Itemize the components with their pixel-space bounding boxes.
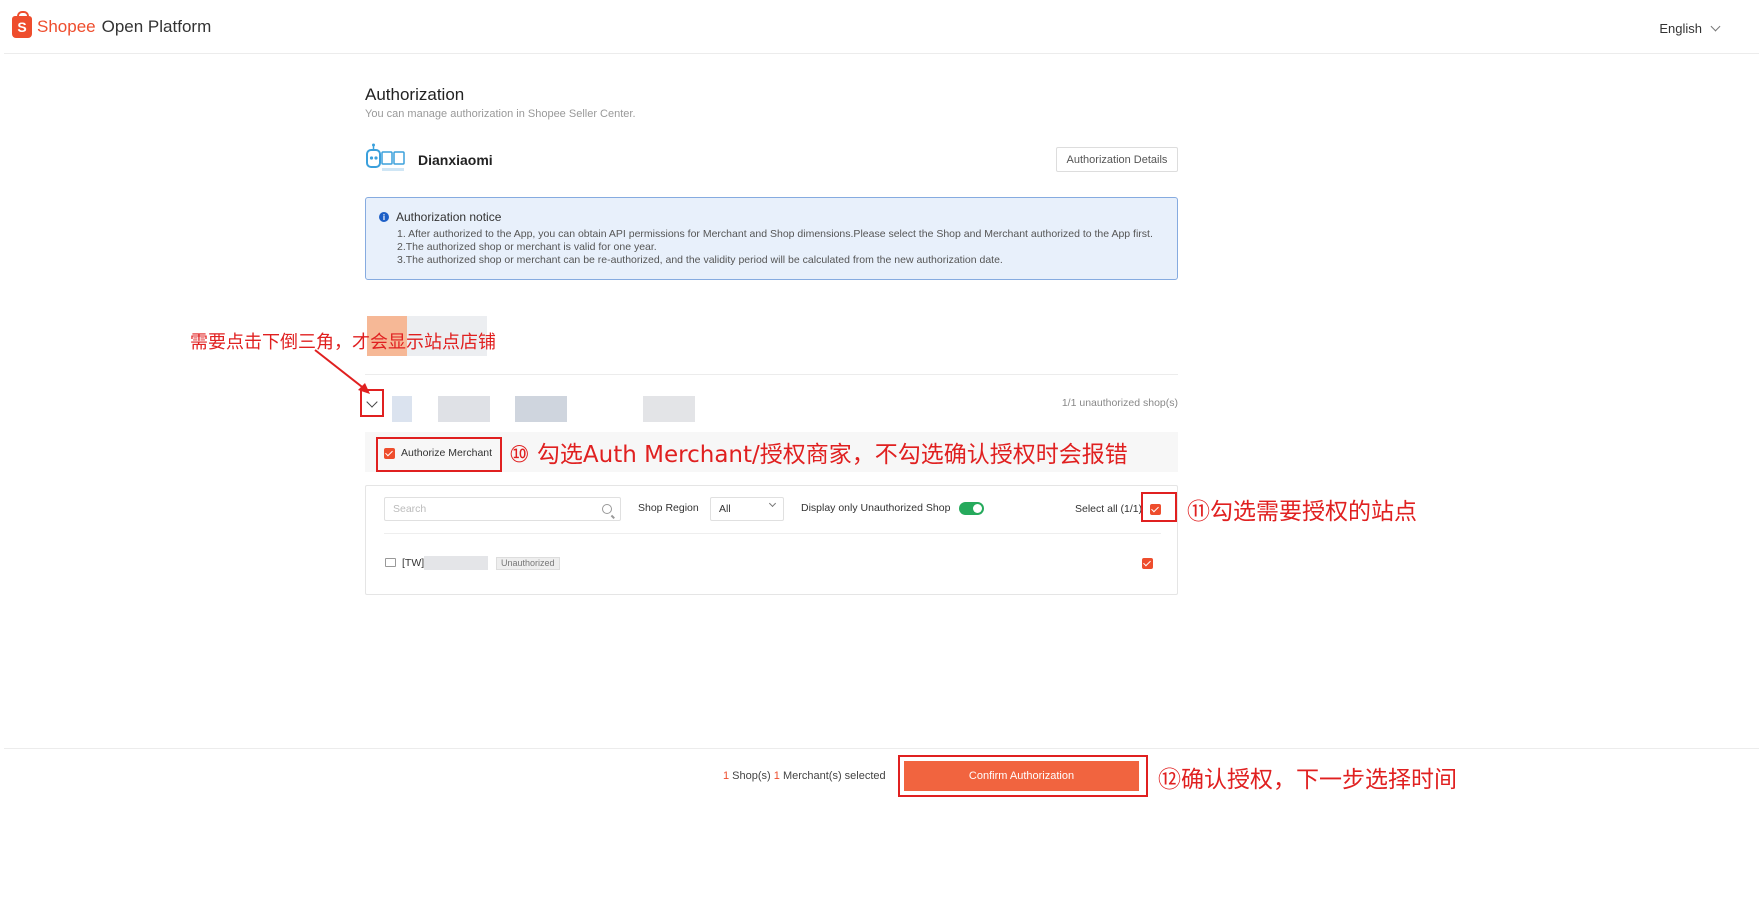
language-selector[interactable]: English	[1659, 21, 1721, 36]
notice-title: Authorization notice	[396, 210, 502, 224]
chevron-down-icon	[768, 499, 777, 508]
shop-checkbox[interactable]	[1142, 558, 1153, 569]
app-row: Dianxiaomi Authorization Details	[365, 143, 1178, 175]
only-unauthorized-toggle[interactable]	[959, 502, 984, 515]
selection-summary: 1 Shop(s) 1 Merchant(s) selected	[723, 770, 886, 782]
shop-region-select[interactable]: All	[710, 497, 784, 521]
authorization-notice: i Authorization notice 1. After authoriz…	[365, 197, 1178, 280]
page-title: Authorization	[365, 85, 465, 104]
notice-line: 3.The authorized shop or merchant can be…	[397, 254, 1003, 266]
annotation-step-10: ⑩ 勾选Auth Merchant/授权商家，不勾选确认授权时会报错	[509, 442, 1128, 468]
search-icon	[602, 504, 612, 514]
brand-name: Shopee	[37, 17, 96, 36]
annotation-highlight	[360, 389, 384, 417]
search-input[interactable]: Search	[384, 497, 621, 521]
annotation-highlight	[376, 437, 502, 472]
region-value: All	[719, 503, 731, 515]
chevron-down-icon	[1710, 21, 1721, 32]
annotation-highlight	[1141, 492, 1177, 522]
brand-subtitle: Open Platform	[101, 17, 212, 36]
shop-list-panel: Search Shop Region All Display only Unau…	[365, 485, 1178, 595]
panel-divider	[384, 533, 1161, 534]
notice-line: 1. After authorized to the App, you can …	[397, 228, 1153, 240]
blurred-merchant-name	[392, 396, 412, 422]
blurred-shop-name	[424, 556, 488, 570]
annotation-highlight	[898, 755, 1148, 797]
shop-name: [TW]	[402, 557, 425, 569]
authorization-details-button[interactable]: Authorization Details	[1056, 147, 1178, 172]
annotation-step-12: ⑫确认授权，下一步选择时间	[1158, 767, 1457, 793]
page-subtitle: You can manage authorization in Shopee S…	[365, 108, 636, 120]
shop-region-label: Shop Region	[638, 502, 699, 514]
blurred-merchant-name	[643, 396, 695, 422]
blurred-merchant-name	[438, 396, 490, 422]
status-badge: Unauthorized	[496, 557, 560, 570]
blurred-merchant-name	[515, 396, 567, 422]
merchant-count-label: Merchant(s) selected	[779, 770, 886, 782]
language-label: English	[1659, 21, 1702, 36]
unauthorized-shop-count: 1/1 unauthorized shop(s)	[1061, 397, 1178, 409]
dianxiaomi-robot-icon	[366, 143, 405, 171]
section-divider	[365, 374, 1178, 375]
select-all-label: Select all (1/1)	[1075, 503, 1143, 515]
shop-image-icon	[385, 558, 396, 567]
shopee-bag-icon: S	[12, 11, 32, 38]
info-icon: i	[379, 212, 389, 222]
top-bar: S Shopee Open Platform English	[4, 0, 1759, 54]
annotation-step-11: ⑪勾选需要授权的站点	[1187, 499, 1417, 525]
notice-line: 2.The authorized shop or merchant is val…	[397, 241, 657, 253]
only-unauthorized-label: Display only Unauthorized Shop	[801, 502, 951, 514]
search-placeholder: Search	[393, 503, 427, 515]
shopee-logo[interactable]: S Shopee Open Platform	[12, 11, 212, 38]
app-name: Dianxiaomi	[418, 152, 493, 168]
shop-count-label: Shop(s)	[729, 770, 774, 782]
